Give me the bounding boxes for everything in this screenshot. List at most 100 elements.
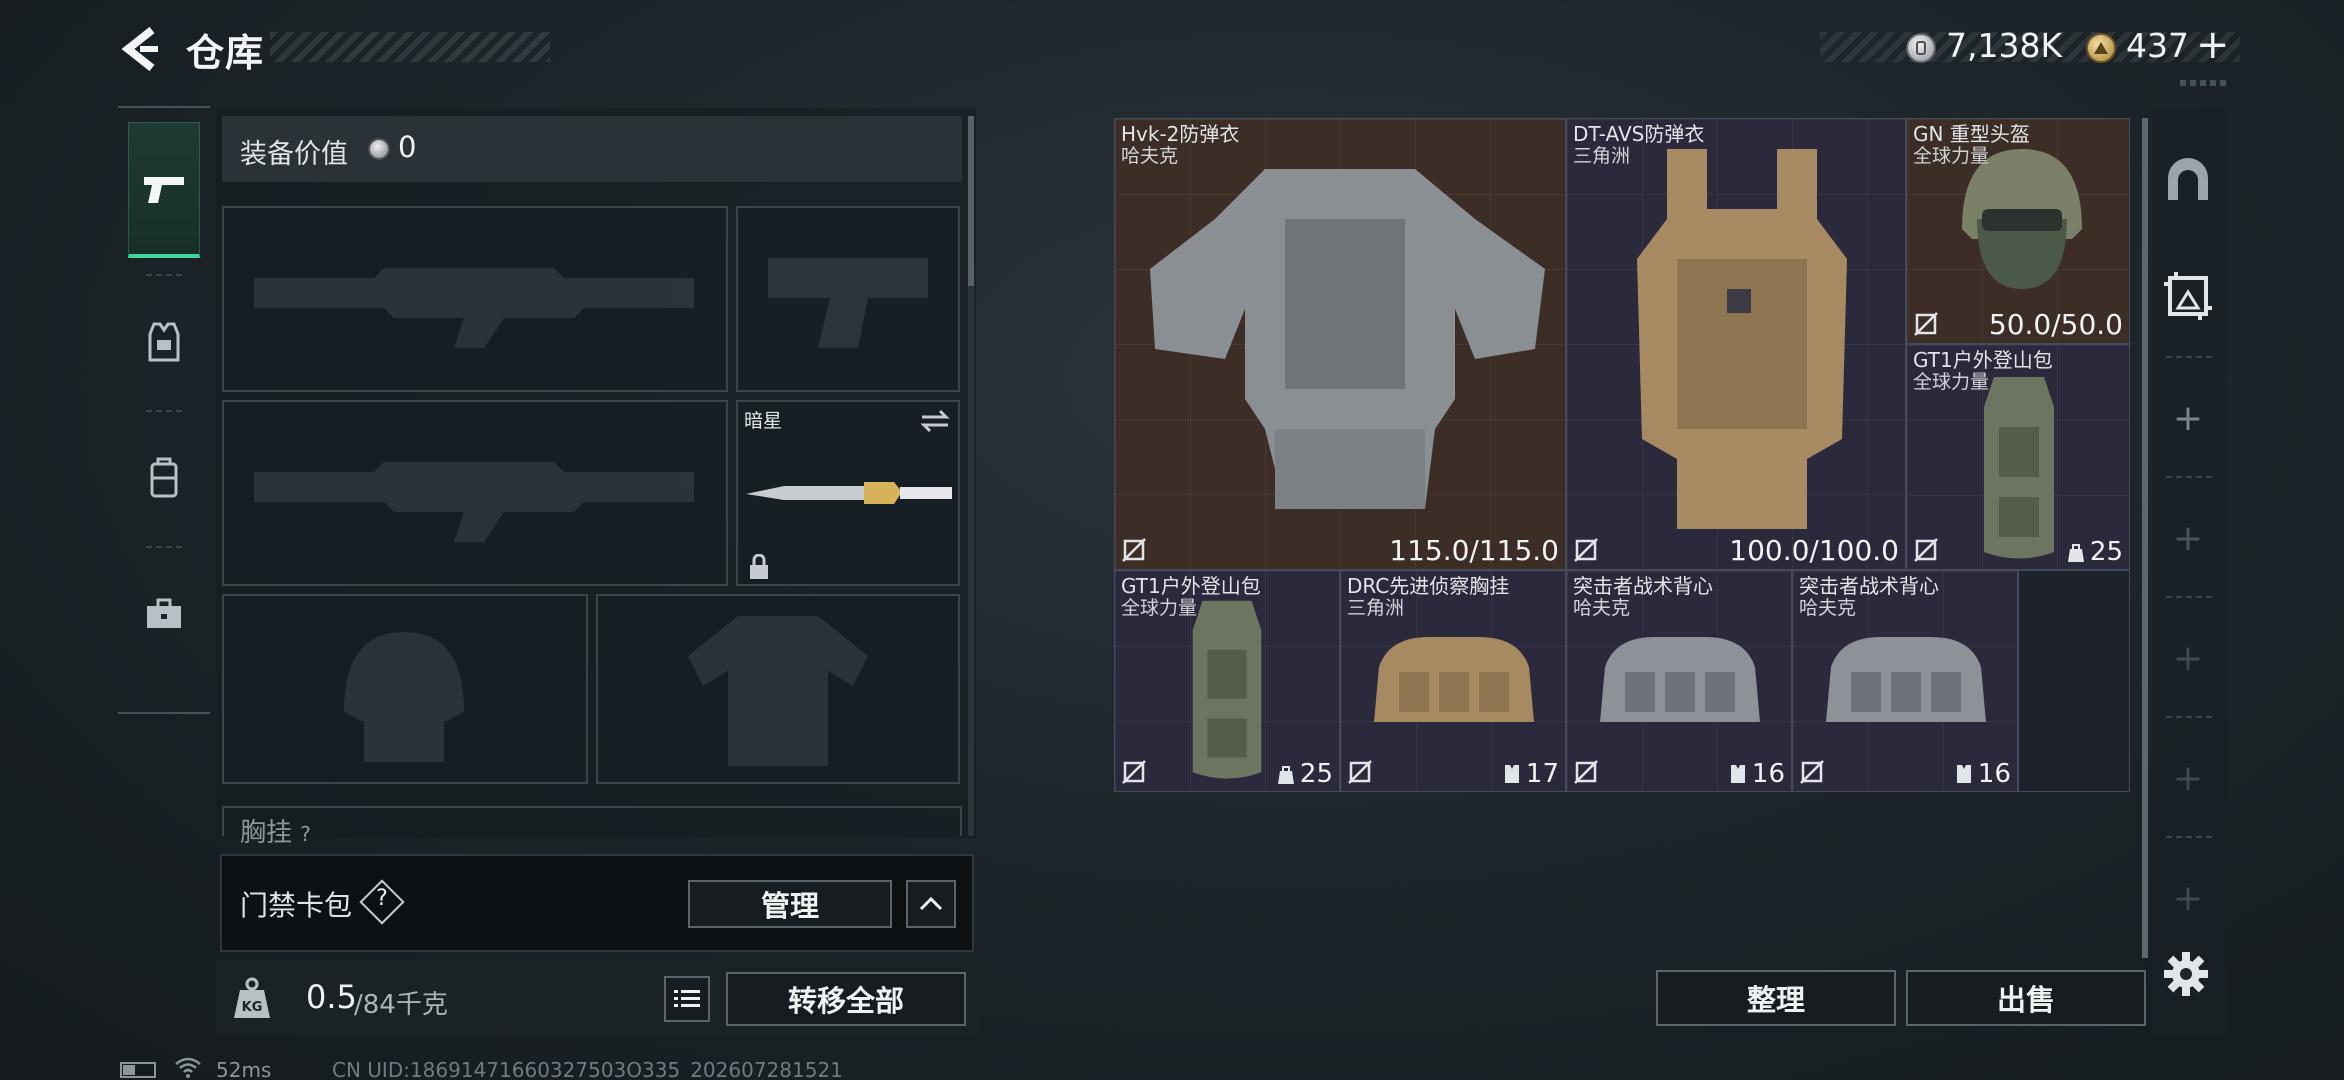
collapse-button[interactable]	[906, 880, 956, 928]
no-insurance-icon	[1914, 312, 1938, 336]
secondary-weapon-slot[interactable]	[222, 400, 728, 586]
sell-button[interactable]: 出售	[1906, 970, 2146, 1026]
tactical-vest-icon	[1600, 637, 1760, 722]
storage-item[interactable]: 突击者战术背心 哈夫克 16	[1566, 570, 1792, 792]
weight-max: /84千克	[354, 990, 448, 1020]
list-view-button[interactable]	[664, 976, 710, 1022]
storage-item[interactable]: DRC先进侦察胸挂 三角洲 17	[1340, 570, 1566, 792]
item-name: GT1户外登山包	[1913, 348, 2053, 372]
expand-storage-button[interactable]	[2160, 268, 2216, 324]
item-faction: 哈夫克	[1573, 597, 1631, 619]
back-arrow-icon[interactable]	[118, 24, 162, 74]
helmet-silhouette-icon	[344, 632, 464, 762]
item-name: GN 重型头盔	[1913, 122, 2030, 146]
add-storage-page-button[interactable]: +	[2160, 630, 2216, 686]
chest-rig-label: 胸挂 ?	[240, 818, 311, 848]
add-storage-page-button[interactable]: +	[2160, 510, 2216, 566]
storage-item[interactable]: GN 重型头盔 全球力量 50.0/50.0	[1906, 118, 2130, 344]
equipment-value-label: 装备价值	[240, 139, 348, 170]
no-insurance-icon	[1574, 760, 1598, 784]
sidearm-slot[interactable]	[736, 206, 960, 392]
premium-amount: 437	[2126, 26, 2189, 65]
keycard-label: 门禁卡包	[240, 889, 353, 922]
no-insurance-icon	[1122, 760, 1146, 784]
helmet-slot[interactable]	[222, 594, 588, 784]
page-title: 仓库	[186, 31, 265, 75]
item-name: 突击者战术背心	[1573, 574, 1713, 598]
battery-icon	[120, 1062, 156, 1078]
money-coin-icon	[1906, 33, 1936, 63]
armor-silhouette-icon	[688, 616, 868, 766]
capacity-vest-icon	[1730, 765, 1745, 783]
svg-text:KG: KG	[242, 1000, 263, 1015]
primary-weapon-slot[interactable]	[222, 206, 728, 392]
chevron-up-icon	[919, 896, 943, 911]
rifle-silhouette-icon	[254, 462, 694, 542]
item-name: Hvk-2防弹衣	[1121, 122, 1240, 146]
chest-rig-slot[interactable]	[222, 806, 962, 836]
pistol-silhouette-icon	[768, 258, 928, 348]
premium-coin-icon	[2086, 33, 2116, 63]
manage-keycard-button[interactable]: 管理	[688, 880, 892, 928]
add-storage-page-button[interactable]: +	[2160, 750, 2216, 806]
tab-armor[interactable]	[128, 274, 200, 410]
storage-item[interactable]: GT1户外登山包 全球力量 25	[1114, 570, 1340, 792]
empty-storage-cell[interactable]	[2018, 570, 2130, 792]
backpack-tab-icon	[150, 457, 178, 498]
no-insurance-icon	[1122, 538, 1146, 562]
lock-icon	[750, 554, 768, 579]
item-name: DRC先进侦察胸挂	[1347, 574, 1510, 598]
armor-tab-icon	[148, 322, 180, 362]
loadout-scrollbar[interactable]	[968, 116, 974, 836]
item-faction: 三角洲	[1347, 597, 1405, 619]
melee-slot[interactable]: 暗星	[736, 400, 960, 586]
capacity-bag-icon	[1277, 766, 1294, 784]
no-insurance-icon	[1574, 538, 1598, 562]
add-currency-button[interactable]: +	[2196, 22, 2230, 68]
pistol-icon	[144, 176, 184, 203]
toolbox-tab-icon	[147, 598, 181, 628]
storage-scrollbar[interactable]	[2142, 118, 2148, 958]
gear-icon[interactable]	[2162, 950, 2210, 998]
chest-rig-icon	[1374, 637, 1534, 722]
wifi-icon	[175, 1057, 201, 1078]
transfer-all-button[interactable]: 转移全部	[726, 972, 966, 1026]
storage-item[interactable]: GT1户外登山包 全球力量 25	[1906, 344, 2130, 570]
item-durability: 115.0/115.0	[1389, 534, 1559, 567]
sort-button[interactable]: 整理	[1656, 970, 1896, 1026]
capacity-bag-icon	[2067, 544, 2084, 562]
no-insurance-icon	[1348, 760, 1372, 784]
tab-weapons[interactable]	[128, 122, 200, 258]
melee-name: 暗星	[744, 410, 783, 432]
rifle-silhouette-icon	[254, 268, 694, 348]
storage-item[interactable]: DT-AVS防弹衣 三角洲 100.0/100.0	[1566, 118, 1906, 570]
help-mark: ?	[376, 886, 388, 911]
item-capacity: 17	[1502, 759, 1559, 789]
tab-tools[interactable]	[128, 546, 200, 682]
storage-item[interactable]: 突击者战术背心 哈夫克 16	[1792, 570, 2018, 792]
tab-backpack[interactable]	[128, 410, 200, 546]
capacity-vest-icon	[1504, 765, 1519, 783]
item-faction: 哈夫克	[1799, 597, 1857, 619]
add-storage-page-button[interactable]: +	[2160, 390, 2216, 446]
list-icon	[674, 990, 700, 1007]
title-decoration	[270, 32, 550, 62]
item-faction: 哈夫克	[1121, 145, 1179, 167]
add-storage-page-button[interactable]: +	[2160, 870, 2216, 926]
body-armor-slot[interactable]	[596, 594, 960, 784]
swap-icon[interactable]	[920, 408, 950, 434]
equipment-value: 0	[398, 130, 417, 164]
capacity-vest-icon	[1956, 765, 1971, 783]
storage-item[interactable]: Hvk-2防弹衣 哈夫克 115.0/115.0	[1114, 118, 1566, 570]
item-name: DT-AVS防弹衣	[1573, 122, 1705, 146]
no-insurance-icon	[1914, 538, 1938, 562]
expand-storage-icon	[2164, 272, 2212, 320]
storage-safe-button[interactable]	[2160, 152, 2216, 208]
body-armor-icon	[1150, 169, 1545, 509]
item-durability: 50.0/50.0	[1988, 308, 2123, 341]
item-faction: 全球力量	[1913, 145, 1990, 167]
header-dots-decoration	[2180, 80, 2228, 86]
item-capacity: 16	[1954, 759, 2011, 789]
user-uid: CN UID:18691471660327503O335_20260728152…	[332, 1058, 843, 1080]
item-capacity: 16	[1728, 759, 1785, 789]
